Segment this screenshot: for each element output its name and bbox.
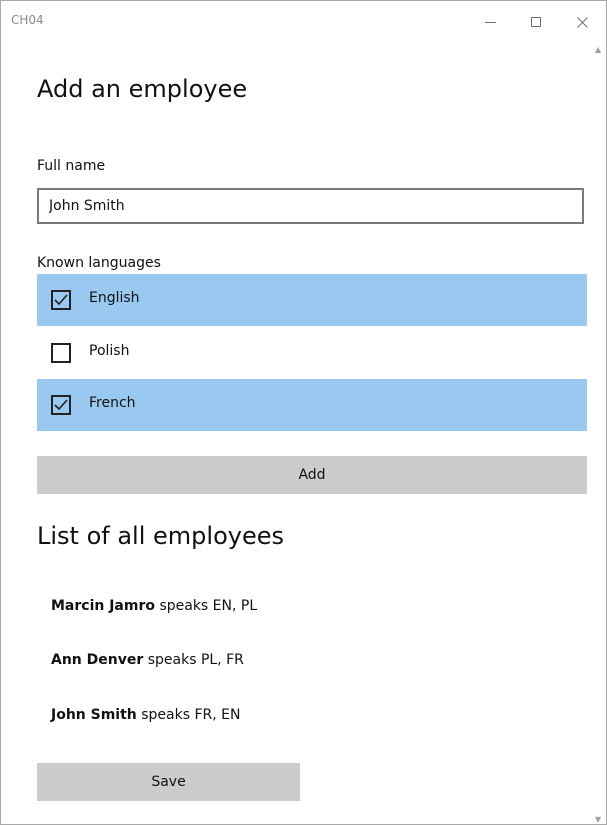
employee-list-item: Ann Denver speaks PL, FR: [51, 652, 244, 668]
checkmark-icon: [54, 294, 68, 306]
employee-list-item: Marcin Jamro speaks EN, PL: [51, 598, 257, 614]
maximize-icon: [531, 17, 541, 27]
language-label: Polish: [89, 343, 130, 359]
full-name-input[interactable]: [37, 188, 584, 224]
minimize-icon: [484, 21, 496, 23]
add-button[interactable]: Add: [37, 456, 587, 494]
close-icon: [576, 16, 588, 28]
maximize-button[interactable]: [516, 7, 556, 37]
language-label: French: [89, 395, 136, 411]
employee-name: Marcin Jamro: [51, 598, 155, 614]
window-title: CH04: [11, 13, 44, 27]
scroll-up-icon[interactable]: ▲: [595, 45, 601, 54]
close-button[interactable]: [562, 7, 602, 37]
employee-languages: speaks EN, PL: [155, 598, 258, 614]
known-languages-label: Known languages: [37, 255, 161, 271]
language-label: English: [89, 290, 140, 306]
employee-languages: speaks FR, EN: [136, 707, 241, 723]
employee-list-item: John Smith speaks FR, EN: [51, 707, 240, 723]
employee-list-heading: List of all employees: [37, 522, 284, 550]
checkbox[interactable]: [51, 290, 71, 310]
employee-name: John Smith: [51, 707, 137, 723]
checkbox[interactable]: [51, 395, 71, 415]
app-window: CH04 ▲ ▼ Add an employee Full name Known…: [0, 0, 607, 825]
employee-name: Ann Denver: [51, 652, 144, 668]
language-item-english[interactable]: English: [37, 274, 587, 326]
vertical-scrollbar[interactable]: ▲ ▼: [593, 45, 606, 824]
language-item-polish[interactable]: Polish: [37, 327, 587, 379]
add-employee-heading: Add an employee: [37, 75, 248, 103]
checkmark-icon: [54, 399, 68, 411]
language-item-french[interactable]: French: [37, 379, 587, 431]
minimize-button[interactable]: [470, 7, 510, 37]
save-button[interactable]: Save: [37, 763, 300, 801]
checkbox[interactable]: [51, 343, 71, 363]
full-name-label: Full name: [37, 158, 106, 174]
title-bar[interactable]: CH04: [1, 1, 606, 45]
employee-languages: speaks PL, FR: [143, 652, 244, 668]
scroll-down-icon[interactable]: ▼: [595, 815, 601, 824]
